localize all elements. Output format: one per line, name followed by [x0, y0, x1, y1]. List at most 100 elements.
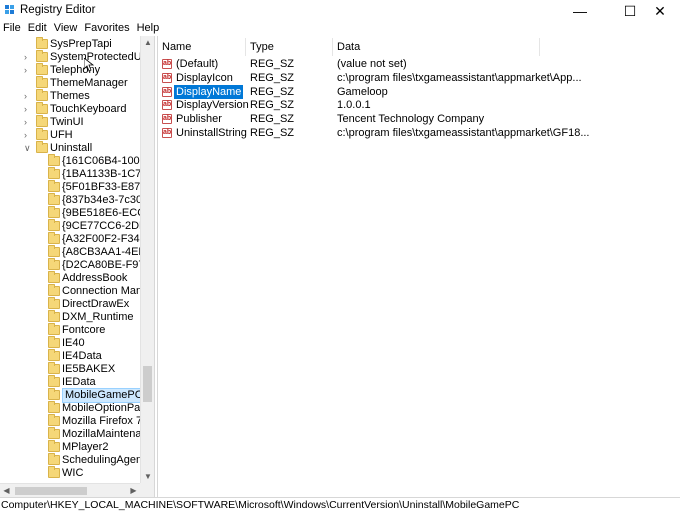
tree-item-label: SchedulingAgent — [62, 454, 146, 466]
tree-item[interactable]: DirectDrawEx — [0, 297, 140, 311]
chevron-right-icon[interactable]: › — [24, 105, 32, 114]
value-name: DisplayIcon — [176, 71, 233, 84]
tree-item[interactable]: MobileOptionPack — [0, 401, 151, 415]
tree-item[interactable]: IE40 — [0, 336, 140, 350]
tree-item-label: IE5BAKEX — [62, 363, 116, 375]
folder-icon — [36, 76, 48, 88]
tree-item[interactable]: SysPrepTapi — [0, 37, 140, 51]
value-row[interactable]: ab DisplayName REG_SZ Gameloop — [158, 84, 680, 99]
folder-icon — [48, 336, 60, 348]
menu-file[interactable]: File — [0, 21, 25, 36]
folder-icon — [48, 245, 60, 257]
close-button[interactable]: ✕ — [640, 0, 680, 22]
tree-vertical-scrollbar[interactable]: ▲ ▼ — [140, 36, 154, 483]
tree-item[interactable]: Connection Manage — [0, 284, 154, 298]
value-type: REG_SZ — [250, 127, 295, 139]
tree-item[interactable]: IE4Data — [0, 349, 140, 363]
column-header-data[interactable]: Data — [333, 38, 540, 56]
chevron-right-icon[interactable]: › — [24, 66, 32, 75]
ab-string-icon: ab — [162, 72, 172, 83]
tree-item[interactable]: › Telephony — [0, 63, 140, 77]
menu-view[interactable]: View — [51, 21, 82, 36]
value-row[interactable]: ab Publisher REG_SZ Tencent Technology Comp… — [158, 112, 680, 126]
tree-item-label: WIC — [62, 467, 84, 479]
tree-item[interactable]: {161C06B4-1009-4A — [0, 154, 154, 168]
folder-icon — [48, 427, 60, 439]
folder-icon — [48, 440, 60, 452]
tree-item[interactable]: MPlayer2 — [0, 440, 140, 454]
tree-item-label: Fontcore — [62, 324, 106, 336]
chevron-right-icon[interactable]: › — [24, 92, 32, 101]
value-type: REG_SZ — [250, 58, 295, 70]
tree-horizontal-scroll-thumb[interactable] — [15, 487, 87, 495]
folder-icon — [48, 323, 60, 335]
value-name: DisplayName — [174, 84, 244, 99]
tree-item[interactable]: {837b34e3-7c30-493 — [0, 193, 154, 207]
tree-item[interactable]: {D2CA80BE-F97F-45 — [0, 258, 154, 272]
tree-item[interactable]: {A8CB3AA1-4ED7-4 — [0, 245, 154, 259]
folder-icon — [48, 284, 60, 296]
tree-item[interactable]: MozillaMaintenance — [0, 427, 154, 441]
scroll-right-icon[interactable]: ▶ — [127, 484, 140, 498]
scroll-down-icon[interactable]: ▼ — [141, 470, 155, 483]
value-name: DisplayVersion — [176, 99, 249, 112]
folder-icon — [48, 401, 60, 413]
tree-item[interactable]: › UFH — [0, 128, 140, 142]
menu-edit[interactable]: Edit — [25, 21, 51, 36]
value-data: Gameloop — [337, 85, 388, 98]
ab-string-icon: ab — [162, 59, 172, 69]
tree-item[interactable]: IE5BAKEX — [0, 362, 140, 376]
folder-icon — [36, 102, 48, 114]
tree-item[interactable]: {A32F00F2-F342-4B2 — [0, 232, 154, 246]
tree-item[interactable]: {9BE518E6-ECC6-35 — [0, 206, 154, 220]
tree-item[interactable]: {5F01BF33-E873-4B8 — [0, 180, 154, 194]
title-bar: Registry Editor — ☐ ✕ — [0, 0, 680, 22]
tree-horizontal-scrollbar[interactable]: ◀ ▶ — [0, 483, 154, 497]
folder-icon — [48, 310, 60, 322]
chevron-right-icon[interactable]: › — [24, 53, 32, 62]
chevron-right-icon[interactable]: › — [24, 118, 32, 127]
value-row[interactable]: ab UninstallString REG_SZ c:\program files\… — [158, 126, 680, 140]
tree-item[interactable]: ›SystemProtectedUserDa — [0, 50, 154, 64]
tree-item[interactable]: {9CE77CC6-2DF1-4E — [0, 219, 154, 233]
tree-item[interactable]: › TwinUI — [0, 115, 140, 129]
menu-help[interactable]: Help — [134, 21, 164, 36]
tree-item[interactable]: › TouchKeyboard — [0, 102, 140, 116]
folder-icon — [48, 167, 60, 179]
chevron-right-icon[interactable]: › — [24, 131, 32, 140]
tree-item[interactable]: ThemeManager — [0, 76, 140, 90]
chevron-down-icon[interactable]: ∨ — [24, 144, 32, 153]
minimize-button[interactable]: — — [560, 0, 600, 22]
mouse-pointer-icon — [84, 58, 94, 72]
tree-item[interactable]: ∨ Uninstall — [0, 141, 140, 155]
tree-item[interactable]: MobileGamePC — [0, 388, 146, 403]
value-row[interactable]: ab DisplayIcon REG_SZ c:\program files\txga… — [158, 71, 680, 85]
tree-item[interactable]: {1BA1133B-1C7A-41 — [0, 167, 154, 181]
tree-item[interactable]: › Themes — [0, 89, 140, 103]
tree-item[interactable]: SchedulingAgent — [0, 453, 145, 467]
tree-item[interactable]: WIC — [0, 466, 140, 480]
value-data: c:\program files\txgameassistant\appmark… — [337, 127, 590, 139]
value-row[interactable]: ab DisplayVersion REG_SZ 1.0.0.1 — [158, 98, 680, 112]
values-list[interactable]: Name Type Data ab (Default) REG_SZ (value n… — [157, 36, 680, 497]
value-name: (Default) — [176, 58, 219, 70]
status-bar-path: Computer\HKEY_LOCAL_MACHINE\SOFTWARE\Mic… — [0, 497, 680, 512]
ab-string-icon: ab — [162, 86, 172, 97]
column-header-type[interactable]: Type — [246, 38, 333, 56]
tree-item[interactable]: Mozilla Firefox 74.0. — [0, 414, 154, 428]
tree-item[interactable]: Fontcore — [0, 323, 140, 337]
key-tree[interactable]: SysPrepTapi›SystemProtectedUserDa›Teleph… — [0, 36, 155, 497]
value-type: REG_SZ — [250, 113, 295, 126]
scroll-up-icon[interactable]: ▲ — [141, 36, 155, 49]
tree-item[interactable]: AddressBook — [0, 271, 140, 285]
menu-favorites[interactable]: Favorites — [81, 21, 133, 36]
tree-item[interactable]: DXM_Runtime — [0, 310, 140, 324]
tree-vertical-scroll-thumb[interactable] — [143, 366, 152, 402]
value-row[interactable]: ab (Default) REG_SZ (value not set) — [158, 57, 680, 71]
folder-icon — [48, 297, 60, 309]
value-type: REG_SZ — [250, 99, 295, 112]
column-header-name[interactable]: Name — [158, 38, 246, 56]
scroll-left-icon[interactable]: ◀ — [0, 484, 13, 498]
folder-icon — [36, 115, 48, 127]
folder-icon — [48, 193, 60, 205]
